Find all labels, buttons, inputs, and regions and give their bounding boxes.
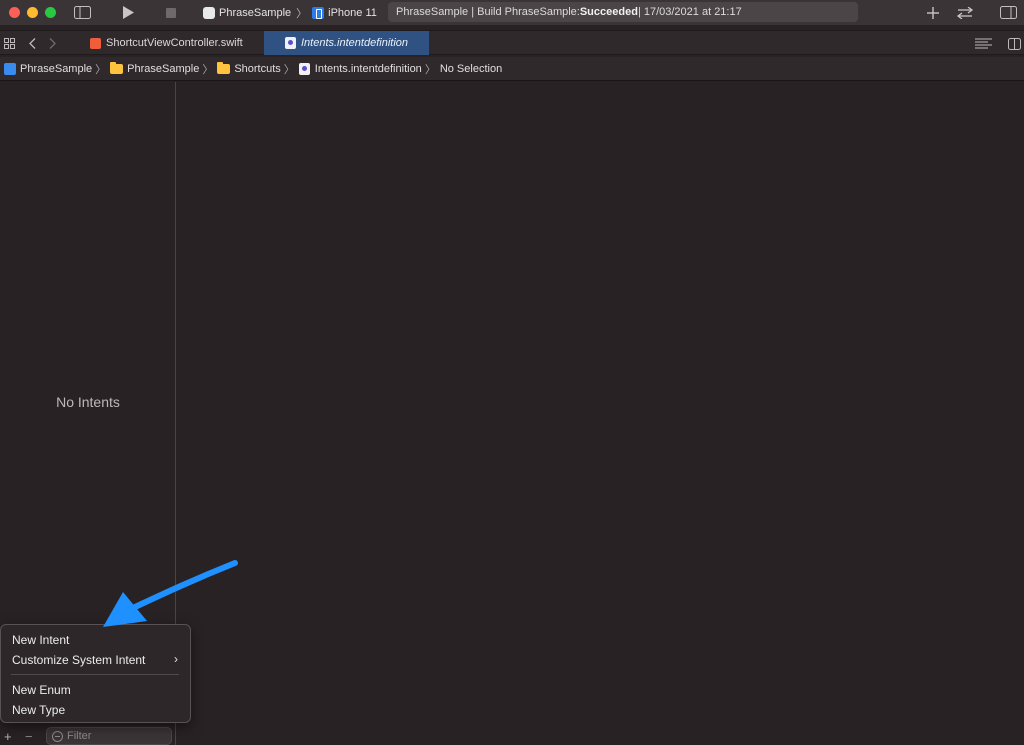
device-name: iPhone 11	[328, 6, 377, 19]
zoom-window-button[interactable]	[45, 7, 56, 18]
menu-item-label: New Intent	[12, 632, 70, 647]
code-review-icon[interactable]	[955, 4, 975, 21]
remove-item-button[interactable]: −	[25, 729, 33, 744]
chevron-right-icon: 〉	[95, 63, 107, 76]
menu-item-customize-system-intent[interactable]: Customize System Intent ›	[1, 650, 190, 669]
breadcrumb-selection[interactable]: No Selection	[440, 63, 502, 75]
filter-field[interactable]: Filter	[46, 727, 172, 745]
app-icon	[203, 6, 215, 19]
filter-icon	[52, 730, 63, 742]
scheme-name: PhraseSample	[219, 6, 292, 19]
device-icon	[312, 6, 325, 19]
close-window-button[interactable]	[9, 7, 20, 18]
breadcrumb-label: Shortcuts	[234, 62, 281, 75]
breadcrumb-project[interactable]: PhraseSample	[4, 62, 93, 75]
filter-placeholder: Filter	[67, 730, 92, 742]
empty-state-label: No Intents	[56, 394, 120, 410]
activity-prefix: PhraseSample | Build PhraseSample:	[396, 6, 580, 18]
chevron-right-icon: 〉	[283, 63, 295, 76]
chevron-right-icon: 〉	[296, 7, 308, 20]
project-icon	[4, 62, 16, 75]
breadcrumb-group[interactable]: PhraseSample	[110, 61, 200, 75]
folder-icon	[110, 61, 124, 74]
menu-item-label: New Enum	[12, 682, 71, 697]
tab-intents-definition[interactable]: Intents.intentdefinition	[264, 31, 429, 55]
tab-shortcut-view-controller[interactable]: ShortcutViewController.swift	[88, 31, 264, 55]
breadcrumb: PhraseSample 〉 PhraseSample 〉 Shortcuts …	[0, 57, 1024, 81]
breadcrumb-label: No Selection	[439, 62, 503, 75]
breadcrumb-label: Intents.intentdefinition	[314, 62, 422, 75]
menu-item-label: New Type	[12, 702, 66, 717]
window-toolbar: PhraseSample 〉 iPhone 11 PhraseSample | …	[0, 0, 1024, 25]
minimize-window-button[interactable]	[27, 7, 38, 18]
chevron-right-icon: ›	[174, 652, 178, 666]
editor-tab-bar: ShortcutViewController.swift Intents.int…	[0, 30, 1024, 55]
editor-options-icon[interactable]	[973, 35, 993, 52]
activity-status: Succeeded	[579, 6, 638, 18]
breadcrumb-label: PhraseSample	[20, 62, 93, 75]
swift-file-icon	[90, 37, 101, 49]
menu-item-new-enum[interactable]: New Enum	[1, 680, 190, 699]
grid-icon[interactable]	[3, 35, 15, 52]
add-item-popup-menu: New Intent Customize System Intent › New…	[0, 624, 191, 723]
activity-viewer: PhraseSample | Build PhraseSample: Succe…	[388, 2, 858, 22]
add-item-button[interactable]: +	[4, 729, 12, 744]
sidebar-toggle-icon[interactable]	[73, 4, 91, 21]
breadcrumb-label: PhraseSample	[127, 62, 200, 75]
scheme-selector[interactable]: PhraseSample 〉 iPhone 11	[203, 4, 377, 21]
add-icon[interactable]	[926, 4, 940, 21]
chevron-right-icon: 〉	[424, 63, 436, 76]
breadcrumb-folder[interactable]: Shortcuts	[217, 61, 281, 75]
menu-item-new-type[interactable]: New Type	[1, 700, 190, 719]
menu-item-label: Customize System Intent	[12, 652, 146, 667]
intent-editor-area	[177, 82, 1024, 745]
stop-icon[interactable]	[165, 4, 177, 21]
tab-label: ShortcutViewController.swift	[106, 37, 243, 49]
tab-label: Intents.intentdefinition	[300, 37, 409, 49]
intent-definition-file-icon	[298, 62, 310, 75]
chevron-right-icon: 〉	[202, 63, 214, 76]
activity-time: | 17/03/2021 at 21:17	[637, 6, 742, 18]
breadcrumb-file[interactable]: Intents.intentdefinition	[298, 62, 422, 75]
back-icon[interactable]	[27, 35, 37, 52]
forward-icon[interactable]	[47, 35, 57, 52]
annotation-arrow-icon	[103, 560, 238, 627]
run-icon[interactable]	[121, 4, 135, 21]
split-editor-icon[interactable]	[1007, 35, 1021, 52]
menu-separator	[11, 674, 179, 675]
folder-icon	[217, 61, 231, 74]
inspector-toggle-icon[interactable]	[999, 4, 1017, 21]
intent-definition-file-icon	[284, 37, 296, 49]
